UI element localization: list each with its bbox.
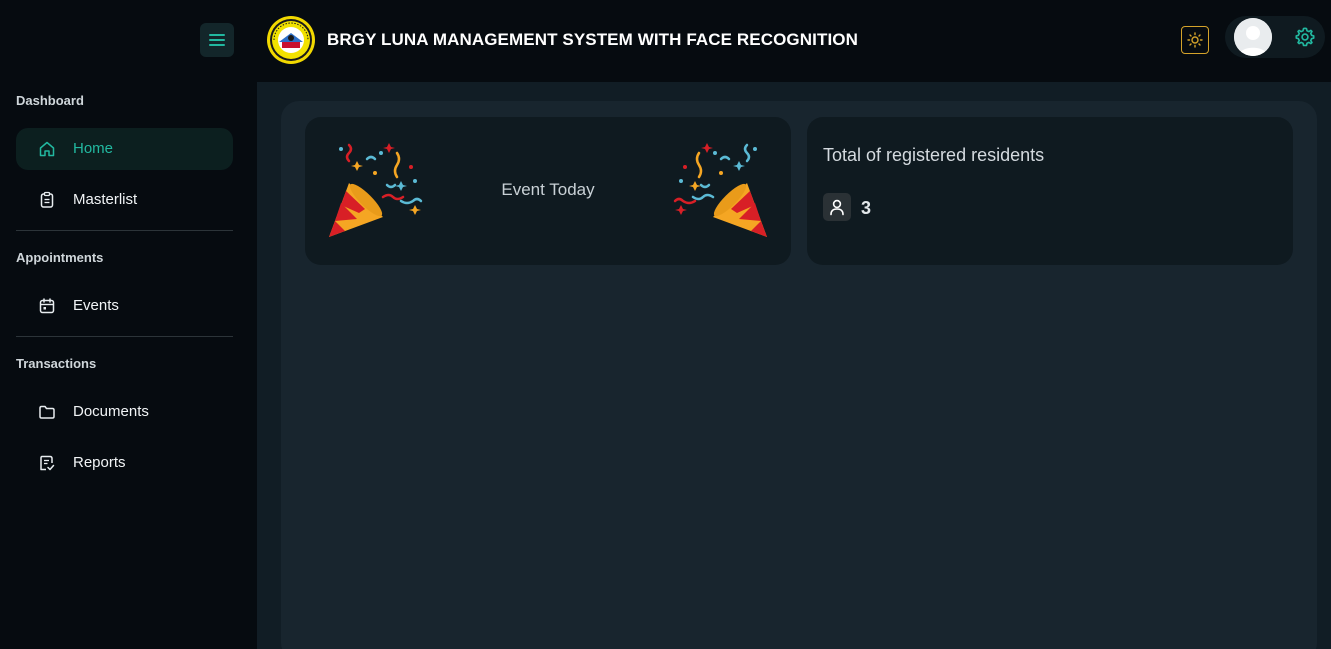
sidebar-item-label: Home: [73, 140, 114, 157]
registered-residents-card[interactable]: Total of registered residents 3: [807, 117, 1293, 265]
sidebar-item-reports[interactable]: Reports: [16, 442, 233, 484]
calendar-icon: [39, 298, 55, 314]
residents-count: 3: [861, 198, 872, 218]
user-avatar-icon: [1234, 18, 1272, 56]
sidebar-item-label: Masterlist: [73, 191, 138, 208]
section-title-appointments: Appointments: [16, 250, 104, 265]
app-root: BRGY LUNA MANAGEMENT SYSTEM WITH FACE RE…: [0, 0, 1331, 649]
sidebar-item-home[interactable]: Home: [16, 128, 233, 170]
section-title-transactions: Transactions: [16, 356, 97, 371]
sidebar: Dashboard Home Masterlist Appointments E…: [0, 82, 257, 649]
sidebar-item-documents[interactable]: Documents: [16, 391, 233, 433]
report-icon: [40, 455, 55, 471]
barangay-seal-logo: [267, 16, 315, 64]
profile-menu[interactable]: [1225, 16, 1325, 58]
party-popper-icon: [673, 143, 767, 237]
top-bar: BRGY LUNA MANAGEMENT SYSTEM WITH FACE RE…: [0, 0, 1331, 82]
menu-toggle-button[interactable]: [200, 23, 234, 57]
divider: [16, 230, 233, 231]
theme-toggle-button[interactable]: [1181, 26, 1209, 54]
home-icon: [39, 141, 55, 157]
clipboard-icon: [40, 191, 54, 208]
dashboard-panel: Event Today Total of registered resident…: [281, 101, 1317, 649]
avatar[interactable]: [1234, 18, 1272, 56]
folder-icon: [39, 405, 55, 419]
sun-icon: [1187, 32, 1203, 48]
sidebar-item-label: Reports: [73, 454, 126, 471]
gear-icon: [1295, 27, 1315, 47]
event-today-card[interactable]: Event Today: [305, 117, 791, 265]
divider: [16, 336, 233, 337]
user-icon: [830, 199, 844, 216]
sidebar-item-label: Events: [73, 297, 119, 314]
app-title: BRGY LUNA MANAGEMENT SYSTEM WITH FACE RE…: [327, 30, 858, 49]
sidebar-item-masterlist[interactable]: Masterlist: [16, 179, 233, 221]
residents-card-title: Total of registered residents: [823, 145, 1045, 165]
sidebar-item-events[interactable]: Events: [16, 285, 233, 327]
main-content: Event Today Total of registered resident…: [257, 82, 1331, 649]
residents-icon-box: [823, 193, 851, 221]
sidebar-item-label: Documents: [73, 403, 149, 420]
settings-button[interactable]: [1293, 25, 1317, 49]
section-title-dashboard: Dashboard: [16, 93, 84, 108]
hamburger-menu-icon: [209, 34, 225, 46]
